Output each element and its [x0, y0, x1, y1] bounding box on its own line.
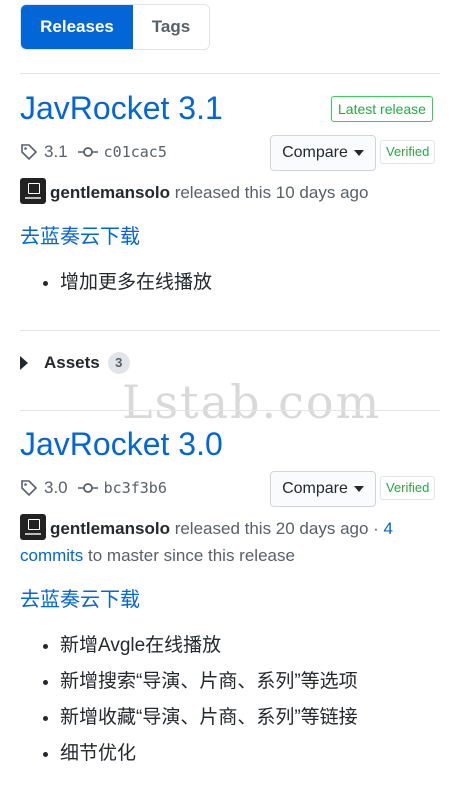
divider — [20, 73, 440, 74]
author-line: gentlemansolo released this 10 days ago — [20, 178, 438, 206]
release-meta: 3.0 bc3f3b6 — [20, 478, 167, 498]
assets-toggle[interactable]: Assets 3 — [20, 352, 130, 374]
compare-label: Compare — [282, 144, 348, 161]
compare-button[interactable]: Compare — [270, 471, 376, 507]
commit-sha[interactable]: c01cac5 — [104, 143, 167, 161]
avatar[interactable] — [20, 514, 46, 540]
release-title[interactable]: JavRocket 3.1 — [20, 92, 223, 124]
released-text: released this 20 days ago · — [169, 519, 384, 538]
verified-badge[interactable]: Verified — [380, 476, 436, 500]
watermark: Lstab.com — [122, 375, 382, 429]
author-name[interactable]: gentlemansolo — [50, 183, 170, 202]
released-text: released this 10 days ago — [169, 183, 369, 202]
author-name[interactable]: gentlemansolo — [50, 519, 170, 538]
triangle-right-icon — [20, 356, 28, 370]
list-item: 新增收藏“导演、片商、系列”等链接 — [60, 703, 358, 739]
assets-label: Assets — [44, 353, 100, 372]
release-tabs: Releases Tags — [20, 4, 210, 50]
verified-badge[interactable]: Verified — [380, 140, 436, 164]
download-link[interactable]: 去蓝奏云下载 — [20, 583, 140, 612]
tag-icon — [20, 479, 38, 497]
assets-count: 3 — [107, 352, 130, 374]
chevron-down-icon — [353, 150, 364, 156]
compare-label: Compare — [282, 480, 348, 497]
author-line: gentlemansolo released this 20 days ago … — [20, 514, 438, 569]
chevron-down-icon — [353, 486, 364, 492]
since-text: to master since this release — [83, 546, 295, 565]
list-item: 增加更多在线播放 — [60, 268, 212, 304]
tag-name[interactable]: 3.0 — [44, 478, 68, 498]
list-item: 细节优化 — [60, 739, 358, 775]
release-notes: 新增Avgle在线播放 新增搜索“导演、片商、系列”等选项 新增收藏“导演、片商… — [20, 631, 358, 775]
avatar[interactable] — [20, 178, 46, 204]
latest-release-badge: Latest release — [331, 96, 433, 122]
commit-sha[interactable]: bc3f3b6 — [104, 479, 167, 497]
tab-tags[interactable]: Tags — [133, 5, 209, 49]
tab-releases[interactable]: Releases — [21, 5, 133, 49]
release-meta: 3.1 c01cac5 — [20, 142, 167, 162]
download-link[interactable]: 去蓝奏云下载 — [20, 220, 140, 249]
release-notes: 增加更多在线播放 — [20, 268, 212, 304]
list-item: 新增Avgle在线播放 — [60, 631, 358, 667]
tag-name[interactable]: 3.1 — [44, 142, 68, 162]
list-item: 新增搜索“导演、片商、系列”等选项 — [60, 667, 358, 703]
release-title[interactable]: JavRocket 3.0 — [20, 428, 223, 460]
divider — [20, 330, 440, 331]
compare-button[interactable]: Compare — [270, 135, 376, 171]
divider — [20, 410, 440, 411]
tag-icon — [20, 143, 38, 161]
commit-icon — [77, 482, 98, 494]
commit-icon — [77, 146, 98, 158]
